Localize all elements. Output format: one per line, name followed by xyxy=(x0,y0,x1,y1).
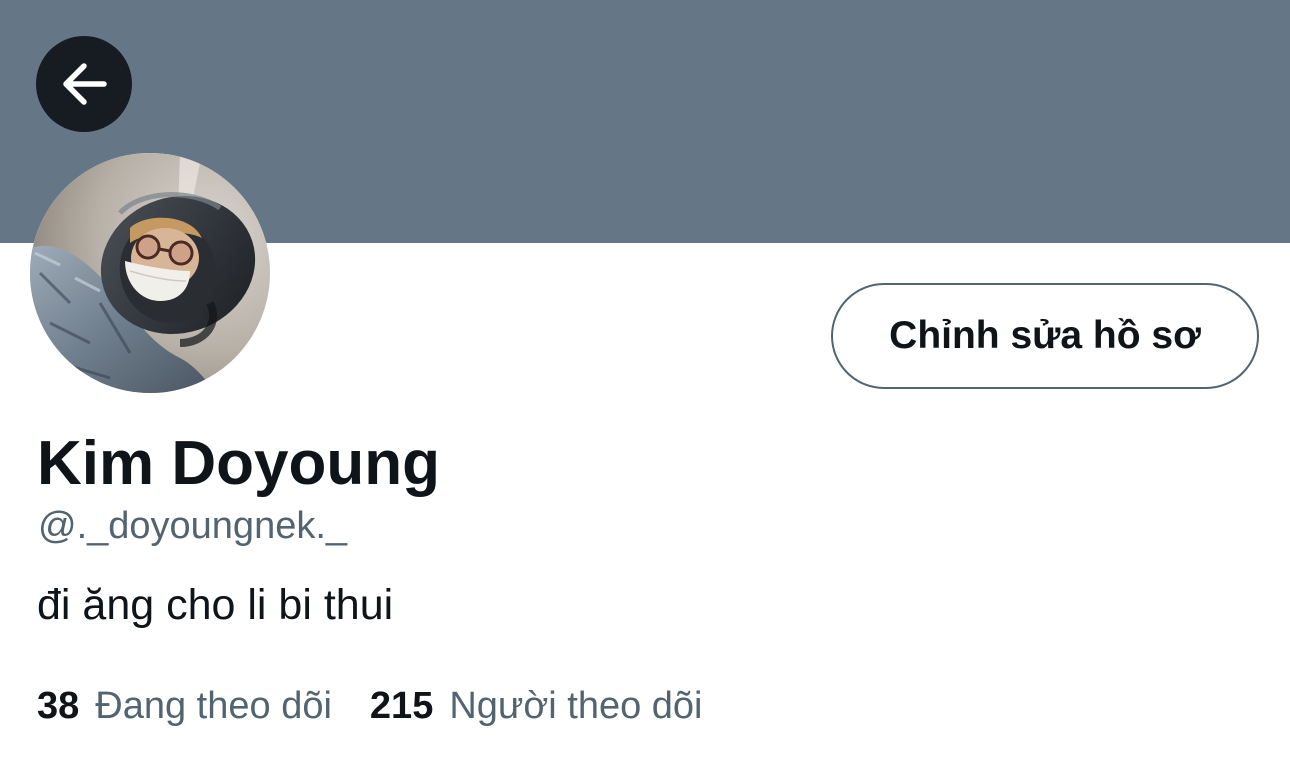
following-label: Đang theo dõi xyxy=(95,685,332,727)
profile-page: Chỉnh sửa hồ sơ Kim Doyoung @._doyoungne… xyxy=(0,0,1290,779)
display-name: Kim Doyoung xyxy=(37,429,440,498)
edit-profile-button[interactable]: Chỉnh sửa hồ sơ xyxy=(831,283,1259,389)
follow-stats: 38 Đang theo dõi 215 Người theo dõi xyxy=(37,684,703,728)
followers-label: Người theo dõi xyxy=(449,685,703,727)
back-button[interactable] xyxy=(36,36,132,132)
followers-link[interactable]: 215 Người theo dõi xyxy=(370,684,703,728)
edit-profile-label: Chỉnh sửa hồ sơ xyxy=(889,314,1201,357)
profile-bio: đi ăng cho li bi thui xyxy=(37,581,394,629)
username-handle: @._doyoungnek._ xyxy=(38,505,348,547)
arrow-left-icon xyxy=(58,58,110,110)
following-link[interactable]: 38 Đang theo dõi xyxy=(37,684,332,728)
following-count: 38 xyxy=(37,685,80,727)
followers-count: 215 xyxy=(369,685,434,727)
profile-avatar[interactable] xyxy=(30,153,270,393)
